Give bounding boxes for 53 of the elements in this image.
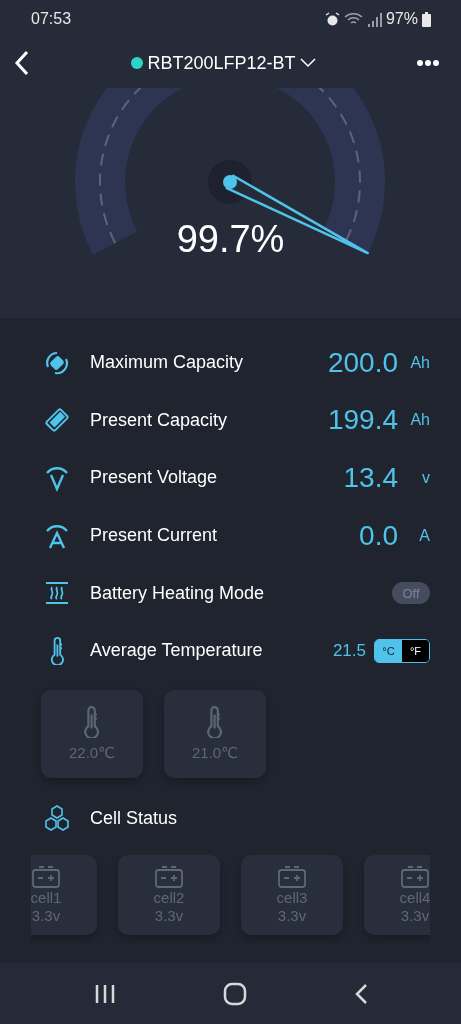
cell-name: cell2	[153, 889, 185, 907]
status-time: 07:53	[31, 10, 72, 28]
thermometer-icon	[82, 705, 102, 738]
cell-voltage: 3.3v	[31, 907, 61, 925]
back-nav-button[interactable]	[353, 982, 368, 1005]
more-button[interactable]	[417, 60, 439, 66]
signal-icon	[367, 11, 382, 27]
metric-unit: A	[418, 526, 430, 545]
cell-name: cell4	[399, 889, 430, 907]
wifi-icon	[343, 11, 364, 27]
battery-icon	[32, 866, 60, 889]
section-title: Cell Status	[90, 807, 179, 829]
cell-voltage: 3.3v	[277, 907, 307, 925]
cell-voltage: 3.3v	[154, 907, 184, 925]
recent-apps-button[interactable]	[93, 982, 116, 1005]
metric-label: Battery Heating Mode	[90, 582, 266, 604]
metric-value: 21.5	[332, 640, 366, 661]
metric-value: 200.0	[327, 346, 398, 379]
alarm-icon	[324, 11, 340, 27]
metric-value: 0.0	[359, 519, 398, 552]
unit-option[interactable]: °F	[402, 639, 429, 662]
sensor-reading: 21.0℃	[191, 743, 238, 762]
metric-label: Average Temperature	[90, 640, 264, 662]
thermometer-icon	[48, 636, 66, 665]
heating-icon	[44, 581, 70, 606]
metric-unit: Ah	[409, 353, 430, 372]
charge-percent: 99.7%	[176, 218, 285, 261]
battery-status-icon	[422, 11, 431, 27]
metric-value: 199.4	[327, 404, 398, 437]
cell-name: cell1	[31, 889, 62, 907]
metric-value: 13.4	[343, 462, 398, 494]
thermometer-icon	[205, 705, 225, 738]
caret-icon	[299, 58, 316, 68]
battery-icon	[278, 866, 306, 889]
voltage-icon	[44, 464, 70, 492]
metric-label: Present Voltage	[90, 467, 219, 489]
back-button[interactable]	[14, 50, 30, 76]
hexagons-icon	[43, 805, 71, 832]
metric-label: Present Current	[90, 525, 219, 547]
metric-label: Maximum Capacity	[90, 352, 245, 374]
cell-name: cell3	[276, 889, 308, 907]
sensor-reading: 22.0℃	[68, 743, 115, 762]
battery-icon	[155, 866, 183, 889]
home-button[interactable]	[222, 981, 247, 1006]
metric-label: Present Capacity	[90, 409, 229, 431]
battery-icon	[43, 406, 71, 435]
battery-icon	[401, 866, 429, 889]
cell-voltage: 3.3v	[400, 907, 430, 925]
metric-unit: v	[421, 469, 430, 487]
unit-option[interactable]: °C	[375, 639, 402, 662]
metric-unit: Ah	[409, 411, 430, 430]
battery-percent: 97%	[385, 10, 418, 28]
device-selector[interactable]: RBT200LFP12-BT	[131, 52, 316, 74]
